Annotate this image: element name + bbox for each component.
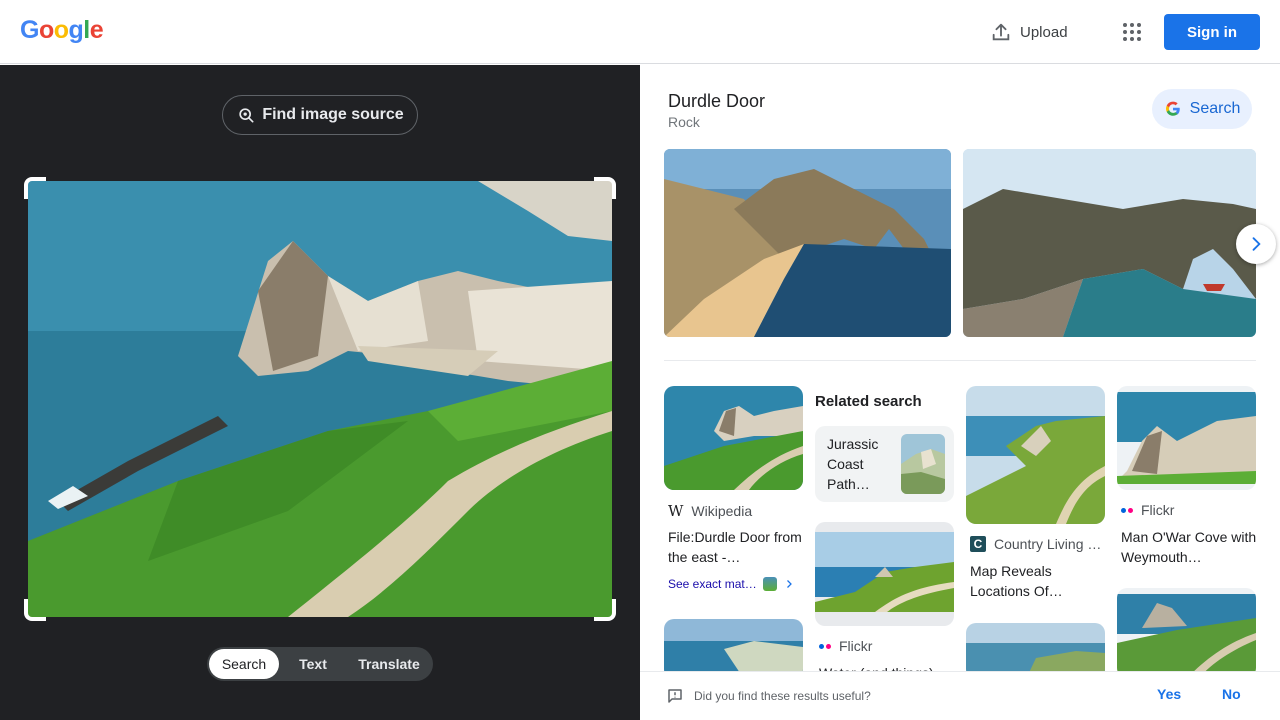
result-image-country-living[interactable] [966,386,1105,524]
source-country-living[interactable]: C Country Living … [970,536,1101,552]
result-title-flickr-1[interactable]: Man O'War Cove with Weymouth… [1121,527,1261,567]
results-panel: Durdle Door Rock Search W Wikipedia File… [640,65,1280,720]
query-image-panel: Find image source Search Text Translate [0,65,640,720]
result-image-lower-1[interactable] [664,619,803,679]
logo-letter-e: e [89,16,104,44]
related-search-label: Jurassic Coast Path… [827,436,879,492]
source-name: Flickr [1141,502,1175,518]
entity-image-2[interactable] [963,149,1256,337]
wikipedia-icon: W [668,502,684,520]
exact-match-label: See exact mat… [668,577,757,591]
flickr-icon [819,643,831,649]
source-flickr-1[interactable]: Flickr [1121,502,1174,518]
search-chip-label: Search [1189,100,1241,117]
entity-title[interactable]: Durdle Door [668,91,765,112]
flickr-icon [1121,507,1133,513]
source-name: Wikipedia [691,503,753,519]
result-image-lower-4[interactable] [1117,588,1256,678]
source-wikipedia[interactable]: W Wikipedia [668,502,752,520]
upload-icon [992,23,1010,41]
tab-search[interactable]: Search [209,649,279,679]
related-search-heading: Related search [815,393,922,410]
crop-handle-top-right[interactable] [594,177,616,199]
feedback-bar: Did you find these results useful? Yes N… [640,671,1280,720]
crop-area[interactable] [24,177,616,621]
feedback-icon [668,689,682,703]
crop-handle-bottom-right[interactable] [594,599,616,621]
source-flickr-2[interactable]: Flickr [819,638,872,654]
top-bar: Google Upload Sign in [0,0,1280,64]
google-logo[interactable]: Google [20,16,104,45]
chevron-right-icon [1252,237,1261,251]
related-search-thumbnail [901,434,945,494]
chevron-right-icon [786,580,792,588]
lens-search-icon [239,108,254,123]
source-name: Country Living … [994,536,1102,552]
logo-letter-g1: G [20,16,39,44]
entity-image-1[interactable] [664,149,951,337]
feedback-question: Did you find these results useful? [694,689,871,703]
find-source-label: Find image source [262,106,404,123]
result-title-wikipedia[interactable]: File:Durdle Door from the east -… [668,527,808,567]
upload-label: Upload [1020,23,1068,41]
source-name: Flickr [839,638,873,654]
country-living-icon: C [970,536,986,552]
logo-letter-o2: o [53,16,69,44]
divider [664,360,1256,361]
sign-in-button[interactable]: Sign in [1164,14,1260,50]
logo-letter-o1: o [38,16,54,44]
query-image [28,181,612,617]
feedback-no-button[interactable]: No [1222,686,1241,702]
google-search-chip[interactable]: Search [1152,89,1252,129]
mode-selector: Search Text Translate [207,647,433,681]
find-image-source-button[interactable]: Find image source [222,95,418,135]
entity-subtitle: Rock [668,114,700,130]
upload-button[interactable]: Upload [990,18,1068,46]
crop-handle-bottom-left[interactable] [24,599,46,621]
result-title-country-living[interactable]: Map Reveals Locations Of… [970,561,1110,601]
next-arrow-button[interactable] [1236,224,1276,264]
related-search-item[interactable]: Jurassic Coast Path… [815,426,954,502]
feedback-yes-button[interactable]: Yes [1157,686,1181,702]
result-image-flickr-2[interactable] [815,522,954,626]
logo-letter-g2: g [68,16,84,44]
tab-translate[interactable]: Translate [347,649,431,679]
result-image-wikipedia[interactable] [664,386,803,490]
apps-grid-icon[interactable] [1120,20,1144,44]
tab-text[interactable]: Text [279,649,347,679]
crop-handle-top-left[interactable] [24,177,46,199]
result-image-flickr-1[interactable] [1117,386,1256,490]
google-g-icon [1165,101,1180,116]
thumbnail-icon [762,577,777,591]
see-exact-matches-link[interactable]: See exact mat… [668,577,795,591]
